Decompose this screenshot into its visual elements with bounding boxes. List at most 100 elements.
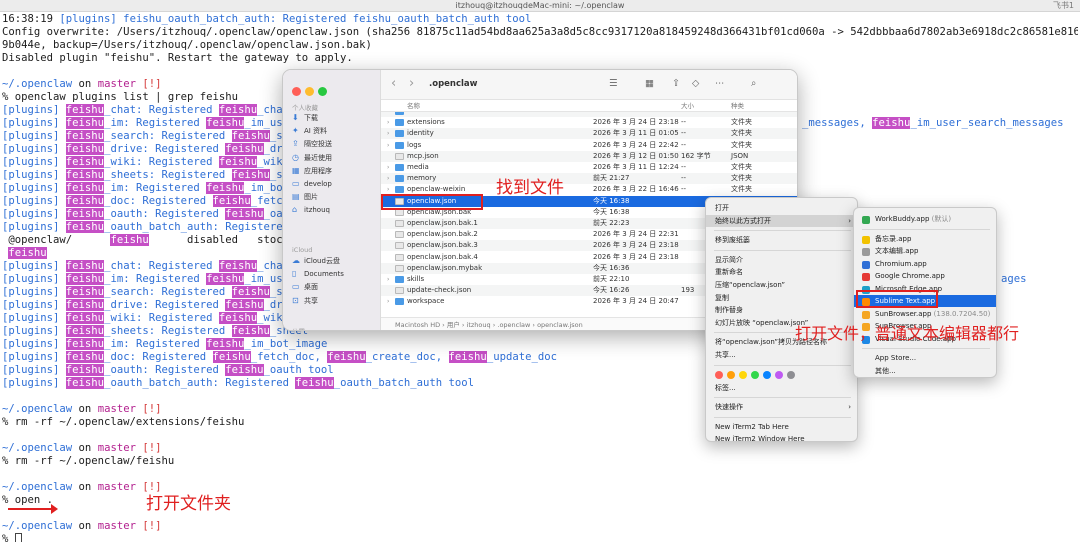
sidebar-item[interactable]: ☁ iCloud云盘 (292, 254, 340, 267)
submenu-app-item[interactable]: 其他... (854, 365, 996, 377)
submenu-app-item[interactable]: WorkBuddy.app (默认) (854, 213, 996, 225)
file-row[interactable]: › identity 2026 年 3 月 11 日 01:05 -- 文件夹 (381, 128, 797, 140)
sidebar-item-label: Documents (304, 270, 344, 279)
view-list-icon[interactable]: ☰ (609, 78, 618, 90)
terminal-text: _oauth_batch_auth tool (333, 377, 475, 389)
terminal-text: feishu (218, 260, 258, 272)
sidebar-item[interactable]: ▤ 图片 (292, 190, 318, 203)
folder-icon (395, 141, 404, 149)
submenu-app-item[interactable]: 文本编辑.app (854, 245, 996, 257)
file-row[interactable]: › extensions 2026 年 3 月 24 日 23:18 -- 文件夹 (381, 117, 797, 128)
back-icon[interactable]: ‹ (391, 77, 396, 91)
context-menu-item[interactable]: 快速操作 › (706, 401, 857, 413)
highlight-box-file (381, 194, 483, 210)
terminal-text: feishu (327, 351, 366, 363)
column-size[interactable]: 大小 (681, 100, 694, 112)
chevron-right-icon[interactable]: › (387, 296, 389, 307)
chevron-right-icon[interactable]: › (387, 274, 389, 285)
file-name: identity (407, 129, 434, 138)
sidebar-item[interactable]: ⌂ itzhouq (292, 203, 330, 216)
chevron-right-icon[interactable]: › (387, 173, 389, 184)
sidebar-item[interactable]: ⇪ 隔空投送 (292, 137, 332, 150)
file-kind: JSON (731, 151, 749, 160)
chevron-right-icon[interactable]: › (387, 128, 389, 139)
terminal-text: @openclaw/ (2, 234, 111, 246)
context-menu-item[interactable]: 共享... (706, 349, 857, 361)
group-icon[interactable]: ▦ (645, 78, 654, 90)
file-name: openclaw.json.mybak (407, 263, 483, 272)
context-menu-item-label: 复制 (715, 293, 729, 302)
terminal-text: _sheets: Registered (104, 169, 232, 181)
context-menu-item[interactable]: 显示简介 (706, 254, 857, 266)
context-menu-item[interactable]: New iTerm2 Tab Here (706, 421, 857, 433)
submenu-app-item[interactable]: SunBrowser.app (138.0.7204.50) (854, 308, 996, 320)
submenu-app-item[interactable]: App Store... (854, 352, 996, 364)
sidebar-item[interactable]: ⬇ 下载 (292, 111, 318, 124)
terminal-text: [plugins] (2, 104, 66, 116)
file-name: skills (407, 275, 425, 283)
tag-color-dot[interactable] (751, 370, 759, 379)
file-row[interactable]: › memory 前天 21:27 -- 文件夹 (381, 173, 797, 185)
tag-color-dot[interactable] (763, 370, 771, 379)
column-kind[interactable]: 种类 (731, 100, 744, 112)
terminal-text: _update_doc (486, 351, 557, 363)
file-icon (395, 220, 404, 227)
close-button[interactable] (292, 87, 301, 96)
sidebar-item[interactable]: ▯ Documents (292, 267, 344, 280)
tag-color-dot[interactable] (739, 370, 747, 379)
terminal-text: feishu (212, 195, 251, 207)
terminal-text: _messages, (802, 117, 873, 129)
terminal-text: master (97, 520, 136, 532)
context-menu-item[interactable]: New iTerm2 Window Here (706, 433, 857, 441)
chevron-right-icon[interactable]: › (387, 140, 389, 151)
context-menu-item-label: 打开 (715, 204, 729, 212)
tag-color-dot[interactable] (787, 370, 795, 379)
sidebar-item[interactable]: ▭ 桌面 (292, 280, 318, 293)
sidebar-item-label: AI 资料 (304, 127, 328, 136)
recents-icon: ◷ (292, 152, 299, 162)
context-menu-item[interactable]: 重新命名 (706, 266, 857, 278)
terminal-text: feishu (65, 208, 105, 220)
terminal-text: feishu (231, 286, 270, 298)
file-size: -- (681, 163, 687, 171)
minimize-button[interactable] (305, 87, 314, 96)
more-icon[interactable]: ⋯ (715, 78, 725, 90)
terminal-titlebar: itzhouq@itzhouqdeMac-mini: ~/.openclaw 飞… (0, 0, 1080, 12)
context-menu-item[interactable]: 压缩“openclaw.json” (706, 279, 857, 291)
tag-color-dot[interactable] (727, 370, 735, 379)
sidebar-item[interactable]: ⊡ 共享 (292, 294, 318, 307)
sidebar-item[interactable]: ✦ AI 资料 (292, 124, 327, 137)
context-menu-item[interactable]: 制作替身 (706, 304, 857, 316)
search-icon[interactable]: ⌕ (751, 78, 756, 90)
context-menu-item[interactable]: 标签... (706, 382, 857, 394)
zoom-button[interactable] (318, 87, 327, 96)
forward-icon[interactable]: › (409, 77, 414, 91)
column-name[interactable]: 名称 (407, 100, 420, 112)
context-menu-item[interactable]: 打开 (706, 202, 857, 214)
file-size: -- (681, 185, 687, 194)
terminal-text: on (72, 78, 98, 90)
terminal-text: _oauth: Registered (104, 208, 226, 220)
tag-color-dot[interactable] (775, 370, 783, 379)
chevron-right-icon[interactable]: › (387, 162, 389, 173)
submenu-app-item[interactable]: Chromium.app (854, 258, 996, 270)
tag-color-dot[interactable] (715, 370, 723, 379)
chevron-right-icon[interactable]: › (387, 117, 389, 128)
submenu-app-item[interactable]: Google Chrome.app (854, 270, 996, 282)
share-icon[interactable]: ⇪ (672, 78, 680, 90)
sidebar-item[interactable]: ▦ 应用程序 (292, 164, 332, 177)
context-menu-item[interactable]: 始终以此方式打开 › (706, 214, 857, 227)
context-menu-item[interactable]: 移到废纸篓 (706, 234, 857, 246)
context-menu-item[interactable]: 复制 (706, 292, 857, 304)
file-row[interactable]: › logs 2026 年 3 月 24 日 22:42 -- 文件夹 (381, 140, 797, 151)
sidebar-item[interactable]: ◷ 最近使用 (292, 151, 332, 164)
file-row[interactable]: mcp.json 2026 年 3 月 12 日 01:50 162 字节 JSON (381, 150, 797, 162)
finder-toolbar: ‹ › .openclaw ☰ ▦ ⇪ ◇ ⋯ ⌕ (381, 70, 797, 100)
file-date: 2026 年 3 月 12 日 01:50 (593, 151, 679, 160)
file-date: 前天 21:27 (593, 174, 630, 183)
sidebar-item[interactable]: ▭ develop (292, 177, 332, 190)
file-row[interactable]: › media 2026 年 3 月 11 日 12:24 -- 文件夹 (381, 162, 797, 173)
tag-icon[interactable]: ◇ (692, 78, 699, 90)
submenu-app-item[interactable]: 备忘录.app (854, 233, 996, 245)
